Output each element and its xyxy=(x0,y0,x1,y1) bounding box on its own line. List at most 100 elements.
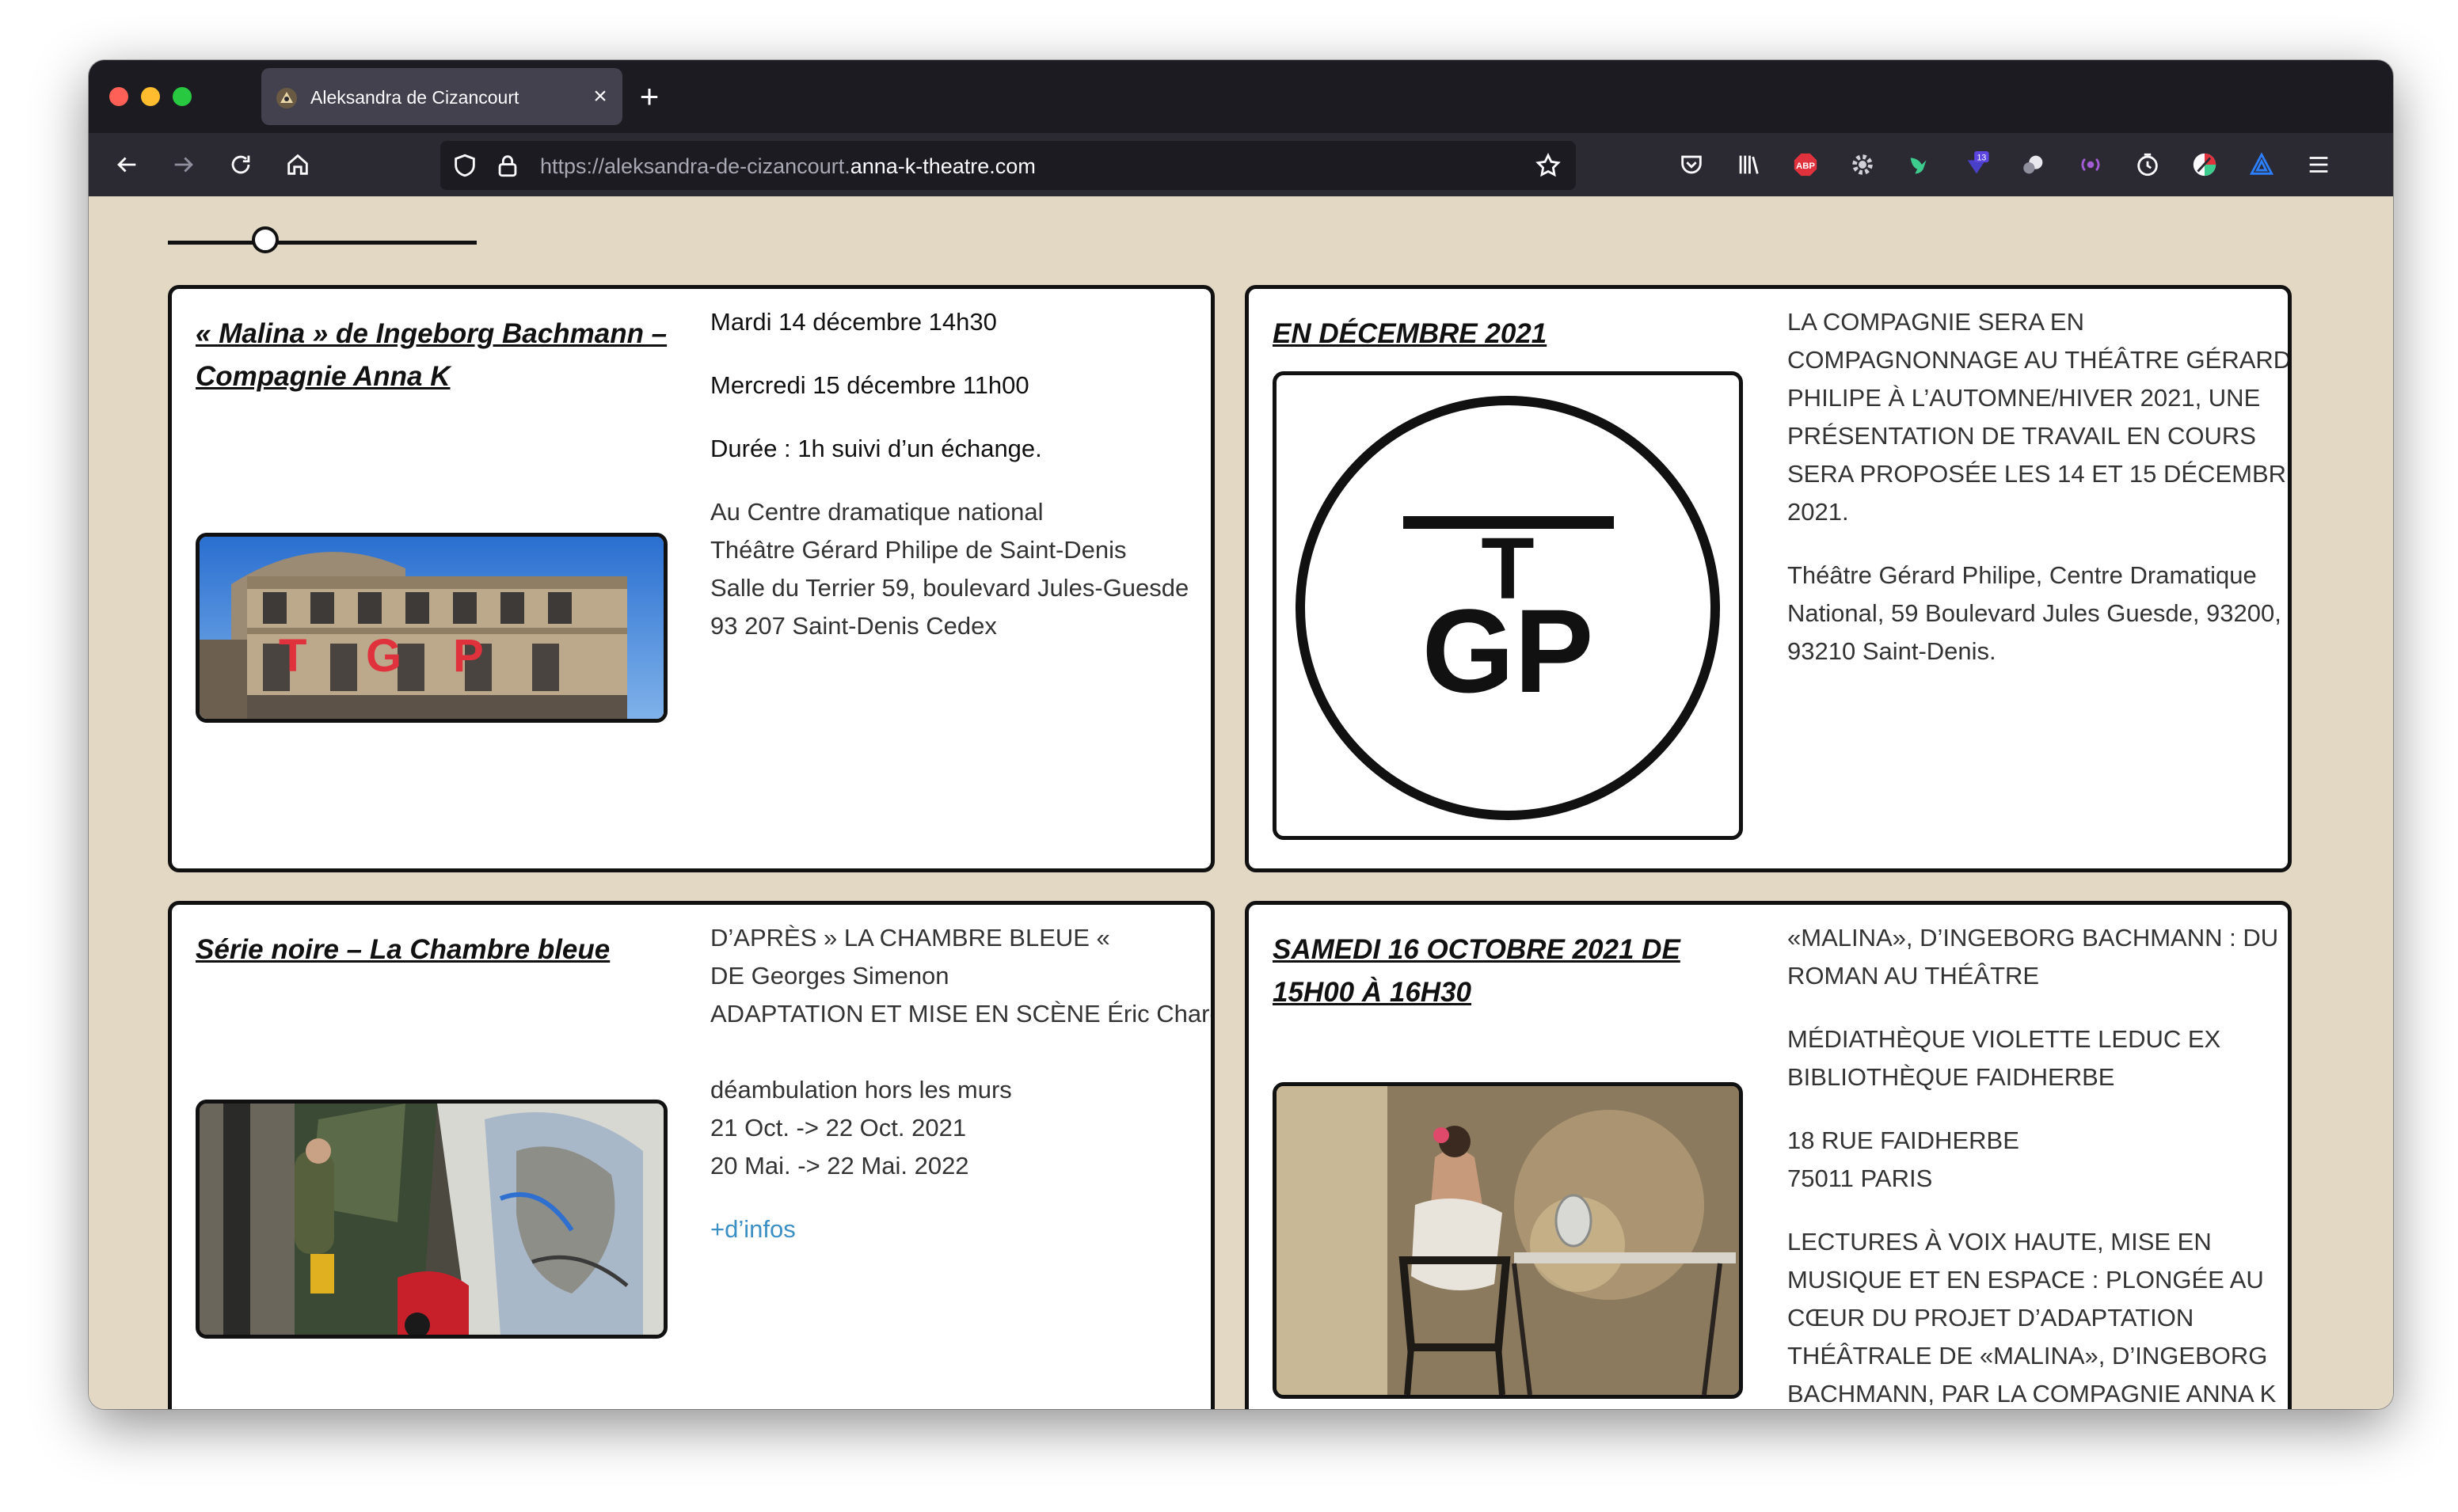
extension-button-timer[interactable] xyxy=(2132,149,2163,180)
svg-text:ABP: ABP xyxy=(1796,161,1815,171)
ghost-extension-icon xyxy=(2023,155,2043,174)
event-image-tgp[interactable]: T G P xyxy=(196,533,668,723)
address-bar[interactable]: https://aleksandra-de-cizancourt.anna-k-… xyxy=(440,141,1576,190)
event-card-samedi: SAMEDI 16 OCTOBRE 2021 DE 15H00 À 16H30 xyxy=(1245,901,2292,1409)
broadcast-extension-icon xyxy=(2081,158,2100,172)
event-title-link[interactable]: Série noire – La Chambre bleue xyxy=(196,929,694,971)
description-line: LECTURES À VOIX HAUTE, MISE EN xyxy=(1787,1228,2212,1256)
badge-extension-icon: 13 xyxy=(1967,151,1989,174)
svg-text:P: P xyxy=(453,630,484,682)
schedule-line: 20 Mai. -> 22 Mai. 2022 xyxy=(710,1152,969,1180)
bird-extension-icon xyxy=(1910,158,1927,174)
description-line: CŒUR DU PROJET D’ADAPTATION xyxy=(1787,1304,2194,1332)
library-icon xyxy=(1739,155,1759,174)
schedule-line: 21 Oct. -> 22 Oct. 2021 xyxy=(710,1114,967,1142)
address-line: Théâtre Gérard Philipe, Centre Dramatiqu… xyxy=(1787,561,2257,589)
info-line: PHILIPE À L’AUTOMNE/HIVER 2021, UNE xyxy=(1787,384,2261,412)
menu-icon xyxy=(2309,157,2328,173)
extension-button-purple[interactable] xyxy=(2075,149,2106,180)
page-content: « Malina » de Ingeborg Bachmann – Compag… xyxy=(89,196,2393,1409)
browser-window: Aleksandra de Cizancourt × + https://ale… xyxy=(89,60,2393,1409)
event-card-serie-noire: Série noire – La Chambre bleue D’APRÈS »… xyxy=(168,901,1215,1409)
lock-icon[interactable] xyxy=(494,152,521,179)
close-window-button[interactable] xyxy=(109,87,128,106)
venue-line: Salle du Terrier 59, boulevard Jules-Gue… xyxy=(710,574,1189,602)
street-scene-image xyxy=(200,1104,664,1335)
info-line: COMPAGNONNAGE AU THÉÂTRE GÉRARD xyxy=(1787,346,2292,374)
app-menu-button[interactable] xyxy=(2303,149,2334,180)
extension-button-pie[interactable] xyxy=(2189,149,2220,180)
event-card-malina: « Malina » de Ingeborg Bachmann – Compag… xyxy=(168,285,1215,872)
tab-title: Aleksandra de Cizancourt xyxy=(310,87,519,108)
gear-icon xyxy=(1852,154,1873,175)
more-info-link[interactable]: +d’infos xyxy=(710,1210,796,1248)
url-text[interactable]: https://aleksandra-de-cizancourt.anna-k-… xyxy=(540,154,1036,179)
venue-line: Théâtre Gérard Philipe de Saint-Denis xyxy=(710,536,1127,564)
site-favicon-icon xyxy=(276,88,297,108)
tab-active[interactable]: Aleksandra de Cizancourt × xyxy=(261,68,622,125)
description-line: BACHMANN, PAR LA COMPAGNIE ANNA K xyxy=(1787,1380,2277,1408)
venue-line: BIBLIOTHÈQUE FAIDHERBE xyxy=(1787,1063,2115,1091)
tab-close-icon[interactable]: × xyxy=(586,82,614,111)
event-title-link[interactable]: SAMEDI 16 OCTOBRE 2021 DE 15H00 À 16H30 xyxy=(1273,929,1748,1014)
extension-button-avatar[interactable] xyxy=(2018,149,2049,180)
event-title-link[interactable]: « Malina » de Ingeborg Bachmann – Compag… xyxy=(196,313,694,398)
extension-button-green[interactable] xyxy=(1904,149,1935,180)
svg-text:GP: GP xyxy=(1422,584,1594,717)
forward-button[interactable] xyxy=(162,142,206,187)
tab-bar: Aleksandra de Cizancourt × + xyxy=(89,60,2393,133)
timer-extension-icon xyxy=(2137,153,2158,177)
star-icon[interactable] xyxy=(1535,152,1562,179)
credit-line: DE Georges Simenon xyxy=(710,962,949,990)
address-line: 75011 PARIS xyxy=(1787,1164,1933,1192)
settings-extension-button[interactable] xyxy=(1847,149,1878,180)
minimize-window-button[interactable] xyxy=(141,87,160,106)
event-image-reading[interactable] xyxy=(1273,1082,1743,1399)
reload-button[interactable] xyxy=(219,142,263,187)
extension-button-triangle[interactable] xyxy=(2246,149,2277,180)
event-title-link[interactable]: EN DÉCEMBRE 2021 xyxy=(1273,313,1748,355)
venue-line: Au Centre dramatique national xyxy=(710,498,1044,526)
info-line: «MALINA», D’INGEBORG BACHMANN : DU xyxy=(1787,924,2279,952)
actress-scene-image xyxy=(1277,1086,1739,1395)
tgp-logo-image[interactable]: T GP xyxy=(1273,371,1743,840)
description-line: THÉÂTRALE DE «MALINA», D’INGEBORG xyxy=(1787,1342,2268,1370)
event-date-2: Mercredi 15 décembre 11h00 xyxy=(710,371,1029,399)
description-line: MUSIQUE ET EN ESPACE : PLONGÉE AU xyxy=(1787,1266,2264,1294)
back-icon xyxy=(117,157,136,173)
reload-icon xyxy=(231,155,250,174)
extension-button-badge[interactable]: 13 xyxy=(1961,149,1992,180)
forward-icon xyxy=(174,157,193,173)
event-card-decembre: EN DÉCEMBRE 2021 T GP LA COMPAGNIE SERA … xyxy=(1245,285,2292,872)
svg-text:T: T xyxy=(279,630,306,682)
info-line: 2021. xyxy=(1787,498,1849,526)
home-icon xyxy=(287,154,308,175)
svg-text:G: G xyxy=(366,630,401,682)
library-button[interactable] xyxy=(1733,149,1764,180)
home-button[interactable] xyxy=(276,142,320,187)
zoom-window-button[interactable] xyxy=(173,87,192,106)
navigation-toolbar: https://aleksandra-de-cizancourt.anna-k-… xyxy=(89,133,2393,196)
triangle-extension-icon xyxy=(2249,152,2274,175)
adblock-button[interactable]: ABP xyxy=(1790,149,1821,180)
event-duration: Durée : 1h suivi d’un échange. xyxy=(710,435,1042,462)
tgp-logo-icon: T GP xyxy=(1296,396,1720,820)
event-image-street[interactable] xyxy=(196,1100,668,1339)
zoom-slider-track[interactable] xyxy=(168,241,477,245)
address-line: 93210 Saint-Denis. xyxy=(1787,637,1996,665)
credit-line: D’APRÈS » LA CHAMBRE BLEUE « xyxy=(710,924,1110,952)
pocket-button[interactable] xyxy=(1676,149,1707,180)
schedule-line: déambulation hors les murs xyxy=(710,1076,1012,1104)
new-tab-button[interactable]: + xyxy=(632,80,667,116)
info-line: LA COMPAGNIE SERA EN xyxy=(1787,308,2084,336)
venue-line: 93 207 Saint-Denis Cedex xyxy=(710,612,997,640)
info-line: ROMAN AU THÉÂTRE xyxy=(1787,962,2040,990)
venue-line: MÉDIATHÈQUE VIOLETTE LEDUC EX xyxy=(1787,1025,2221,1053)
shield-icon[interactable] xyxy=(451,152,478,179)
theatre-facade-image: T G P xyxy=(200,537,664,719)
zoom-slider-handle[interactable] xyxy=(252,226,279,253)
adblock-icon: ABP xyxy=(1794,153,1817,177)
pocket-icon xyxy=(1681,155,1702,174)
back-button[interactable] xyxy=(105,142,149,187)
info-line: SERA PROPOSÉE LES 14 ET 15 DÉCEMBRE xyxy=(1787,460,2292,488)
